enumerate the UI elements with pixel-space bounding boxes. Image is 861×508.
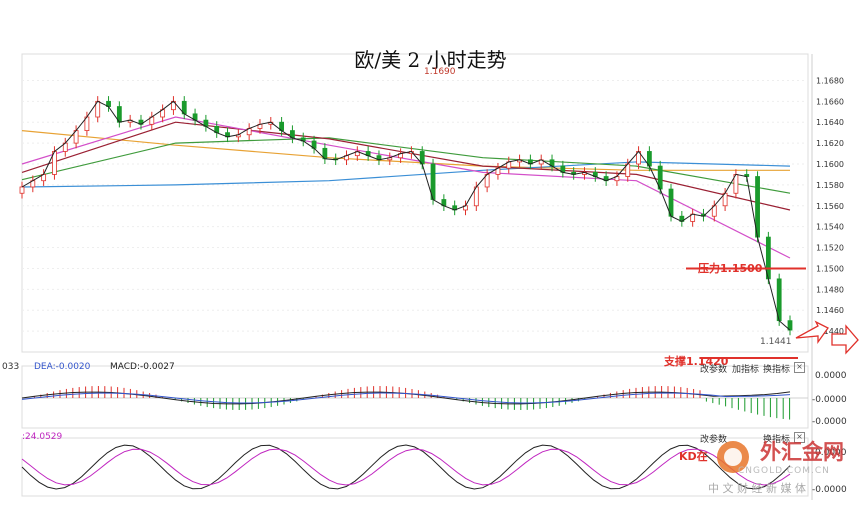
watermark-subtitle: 中 文 财 经 新 媒 体 (708, 482, 806, 495)
macd-close-icon[interactable]: × (794, 362, 805, 373)
watermark-url: CNGOLD.COM.CN (738, 466, 830, 476)
y-tick-label: 1.1540 (816, 223, 844, 232)
kd-header-left: :24.0529 (22, 432, 63, 442)
macd-ytick: -0.0000 (812, 417, 847, 427)
macd-value: MACD:-0.0027 (110, 362, 175, 372)
macd-panel-frame (21, 365, 809, 429)
y-tick-label: 1.1600 (816, 160, 844, 169)
ma-line-5 (21, 116, 791, 259)
last-price-label: 1.1441 (760, 337, 792, 347)
price-panel-frame (21, 53, 809, 353)
macd-header-left: 033 (2, 362, 20, 372)
high-marker-label: 1.1690 (424, 67, 456, 77)
macd-ytick: -0.0000 (812, 395, 847, 405)
y-tick-label: 1.1520 (816, 244, 844, 253)
y-tick-label: 1.1480 (816, 285, 844, 294)
macd-switch-indicator-button[interactable]: 换指标 (763, 362, 790, 375)
y-tick-label: 1.1640 (816, 118, 844, 127)
d-line (21, 448, 791, 486)
y-tick-label: 1.1560 (816, 202, 844, 211)
price-line (21, 100, 791, 331)
resistance-label: 压力1.1500 (698, 262, 763, 275)
y-tick-label: 1.1460 (816, 306, 844, 315)
macd-add-indicator-button[interactable]: 加指标 (732, 362, 759, 375)
y-tick-label: 1.1580 (816, 181, 844, 190)
watermark-brand: 外汇金网 (760, 440, 844, 464)
kd-ytick: -0.0000 (812, 485, 847, 495)
macd-ytick: 0.0000 (815, 371, 847, 381)
y-tick-label: 1.1680 (816, 76, 844, 85)
candle-body (19, 186, 25, 194)
y-tick-label: 1.1500 (816, 264, 844, 273)
y-tick-label: 1.1620 (816, 139, 844, 148)
y-tick-label: 1.1660 (816, 97, 844, 106)
macd-modify-params-button[interactable]: 改参数 (700, 362, 727, 375)
kd-annotation: KD在 (679, 450, 708, 463)
watermark-logo-inner (724, 448, 742, 466)
macd-dea-value: DEA:-0.0020 (34, 362, 91, 372)
ma-line-4 (21, 121, 791, 211)
k-line (21, 444, 791, 490)
kd-modify-params-button[interactable]: 改参数 (700, 432, 727, 445)
